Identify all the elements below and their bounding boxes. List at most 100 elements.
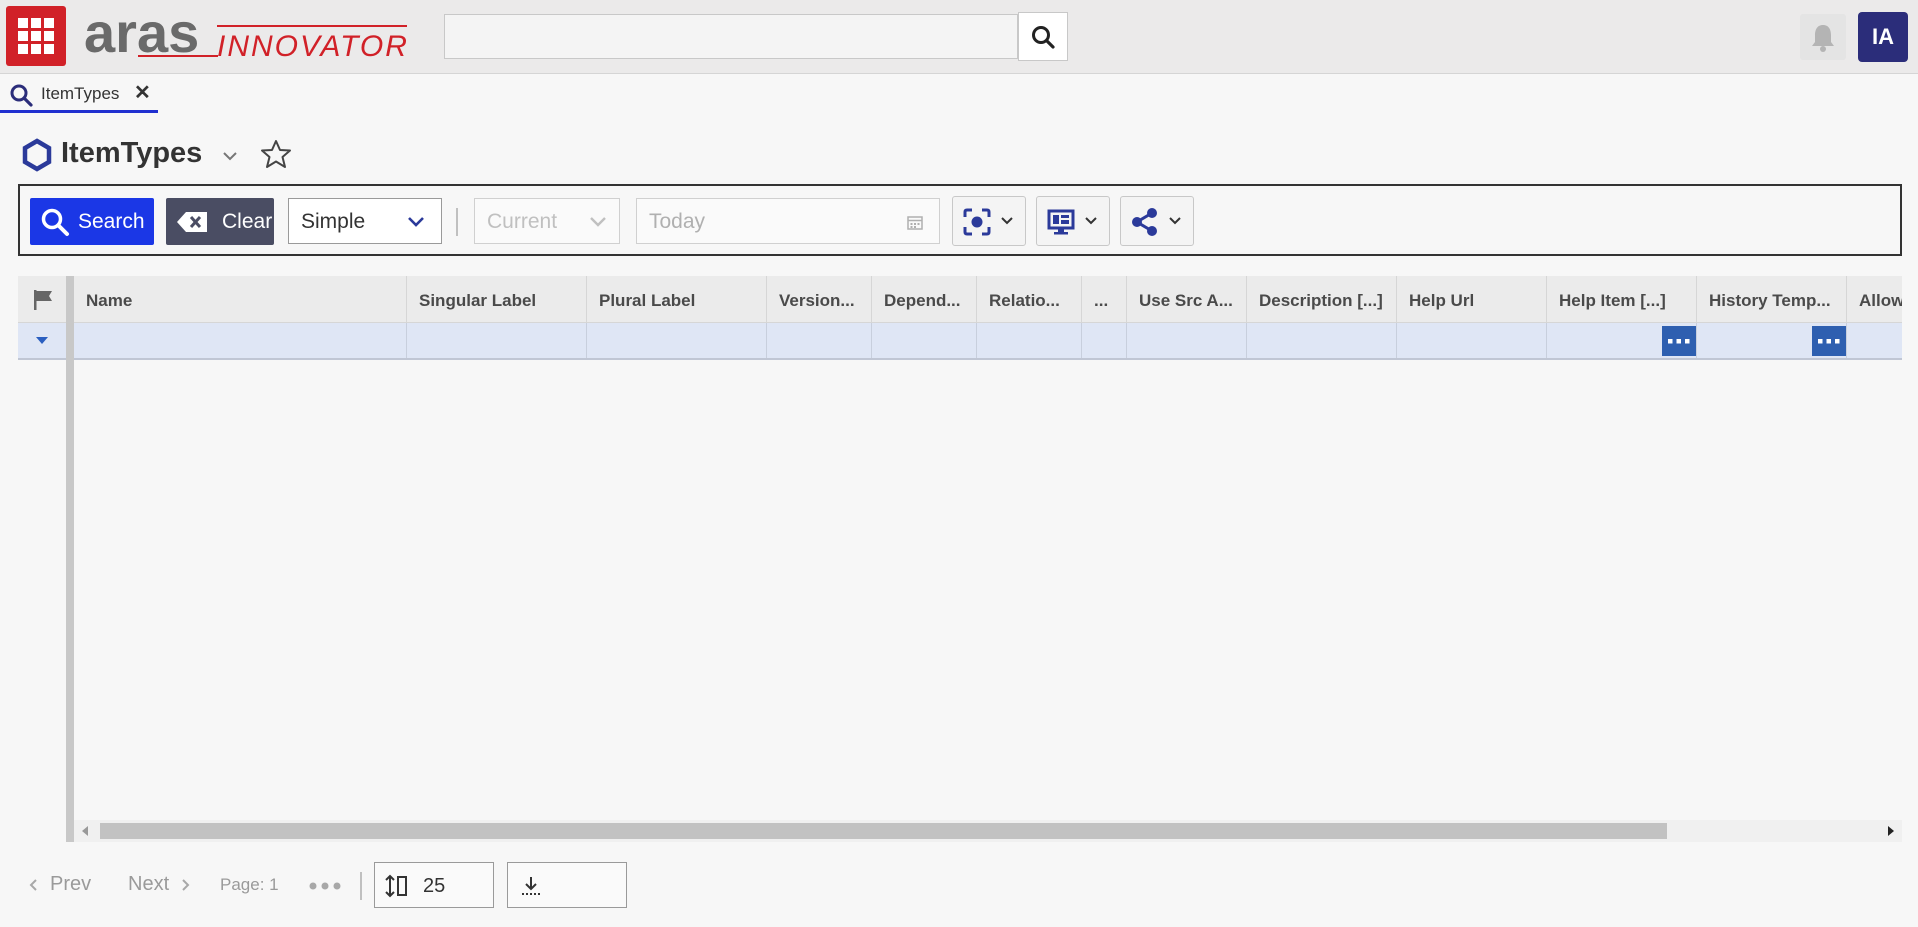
page-size-value: 25 [423, 875, 446, 897]
top-header: aras INNOVATOR IA [0, 0, 1918, 74]
column-header-allow[interactable]: Allow [1847, 276, 1902, 322]
page-indicator: Page: 1 [220, 875, 279, 894]
clear-button-label: Clear [222, 209, 273, 233]
scroll-left-arrow-icon[interactable] [81, 826, 89, 836]
column-header-name[interactable]: Name [74, 276, 407, 322]
filter-cell-plural-label[interactable] [587, 323, 767, 358]
filter-cell-help-url[interactable] [1397, 323, 1547, 358]
column-header-relationship[interactable]: Relatio... [977, 276, 1082, 322]
scroll-right-arrow-icon[interactable] [1887, 826, 1895, 836]
app-launcher-button[interactable] [6, 6, 66, 66]
filter-cell-description[interactable] [1247, 323, 1397, 358]
flag-icon [34, 290, 52, 310]
page-title: ItemTypes [61, 137, 203, 169]
filter-cell-use-src-access[interactable] [1127, 323, 1247, 358]
toolbar-divider [456, 208, 458, 236]
scrollbar-thumb[interactable] [100, 823, 1667, 839]
capture-dropdown[interactable] [952, 196, 1026, 246]
prev-page-button[interactable]: Prev [28, 872, 98, 898]
chevron-down-icon [408, 217, 424, 227]
chevron-down-icon [1085, 217, 1097, 225]
notifications-button[interactable] [1800, 14, 1846, 60]
chevron-down-icon [590, 217, 606, 227]
global-search-input[interactable] [444, 14, 1018, 59]
column-header-plural-label[interactable]: Plural Label [587, 276, 767, 322]
tab-itemtypes[interactable]: ItemTypes ✕ [0, 76, 158, 113]
effective-date-input[interactable]: Today [636, 198, 940, 244]
row-height-icon [385, 874, 407, 898]
column-header-help-item[interactable]: Help Item [...] [1547, 276, 1697, 322]
user-initials: IA [1872, 24, 1894, 49]
next-page-button[interactable]: Next [128, 872, 198, 898]
tab-close-icon[interactable]: ✕ [134, 80, 151, 105]
filter-cell-name[interactable] [74, 323, 407, 358]
export-dropdown[interactable] [507, 862, 627, 908]
column-header-dependent[interactable]: Depend... [872, 276, 977, 322]
search-button-label: Search [78, 209, 145, 233]
filter-row-toggle[interactable] [18, 323, 66, 360]
column-header-ellipsis[interactable]: ... [1082, 276, 1127, 322]
chevron-down-icon[interactable] [222, 150, 238, 162]
more-dots-icon [1668, 339, 1690, 344]
backspace-clear-icon [177, 211, 207, 232]
column-header-description[interactable]: Description [...] [1247, 276, 1397, 322]
filter-cell-ellipsis[interactable] [1082, 323, 1127, 358]
column-header-use-src-access[interactable]: Use Src A... [1127, 276, 1247, 322]
help-item-select-button[interactable] [1662, 326, 1696, 356]
share-icon [1132, 208, 1157, 236]
search-button[interactable]: Search [30, 198, 154, 245]
filter-cell-help-item[interactable] [1547, 323, 1697, 358]
date-placeholder: Today [649, 210, 706, 233]
caret-down-icon [36, 337, 48, 344]
search-icon [10, 84, 33, 107]
search-icon [1032, 25, 1055, 49]
itemtype-hexagon-icon [22, 138, 52, 172]
horizontal-scrollbar[interactable] [74, 820, 1902, 842]
share-dropdown[interactable] [1120, 196, 1194, 246]
date-mode-value: Current [487, 210, 558, 233]
grid-filter-row [74, 323, 1902, 360]
filter-cell-relationship[interactable] [977, 323, 1082, 358]
filter-cell-allow[interactable] [1847, 323, 1902, 358]
chevron-right-icon [182, 879, 190, 891]
search-toolbar: Search Clear Simple Current Today [18, 184, 1902, 256]
target-focus-icon [963, 208, 991, 236]
page-size-input[interactable]: 25 [374, 862, 494, 908]
next-label: Next [128, 873, 170, 895]
column-header-help-url[interactable]: Help Url [1397, 276, 1547, 322]
aras-innovator-logo: aras INNOVATOR [84, 1, 409, 64]
column-header-versionable[interactable]: Version... [767, 276, 872, 322]
items-grid: Name Singular Label Plural Label Version… [18, 276, 1902, 842]
date-mode-select[interactable]: Current [474, 198, 620, 244]
user-avatar[interactable]: IA [1858, 12, 1908, 62]
chevron-left-icon [29, 879, 37, 891]
grid-row-header-column [18, 276, 74, 842]
filter-cell-singular-label[interactable] [407, 323, 587, 358]
more-pages-icon[interactable] [309, 882, 341, 890]
column-header-singular-label[interactable]: Singular Label [407, 276, 587, 322]
filter-cell-history-template[interactable] [1697, 323, 1847, 358]
footer-divider [360, 872, 362, 900]
search-icon [41, 208, 69, 236]
flag-column-header[interactable] [18, 276, 66, 323]
calendar-icon [907, 216, 923, 230]
search-mode-select[interactable]: Simple [288, 198, 442, 244]
history-template-select-button[interactable] [1812, 326, 1846, 356]
column-header-history-template[interactable]: History Temp... [1697, 276, 1847, 322]
bell-icon [1812, 25, 1834, 52]
more-dots-icon [1818, 339, 1840, 344]
favorite-star-icon[interactable] [260, 138, 292, 170]
view-dropdown[interactable] [1036, 196, 1110, 246]
chevron-down-icon [1169, 217, 1181, 225]
filter-cell-dependent[interactable] [872, 323, 977, 358]
download-icon [522, 877, 540, 895]
grid-header-row: Name Singular Label Plural Label Version… [74, 276, 1902, 323]
global-search-button[interactable] [1018, 12, 1068, 61]
monitor-view-icon [1047, 209, 1075, 235]
prev-label: Prev [50, 873, 92, 895]
clear-button[interactable]: Clear [166, 198, 274, 245]
chevron-down-icon [1001, 217, 1013, 225]
search-mode-value: Simple [301, 210, 366, 233]
filter-cell-versionable[interactable] [767, 323, 872, 358]
tab-label: ItemTypes [41, 84, 120, 103]
